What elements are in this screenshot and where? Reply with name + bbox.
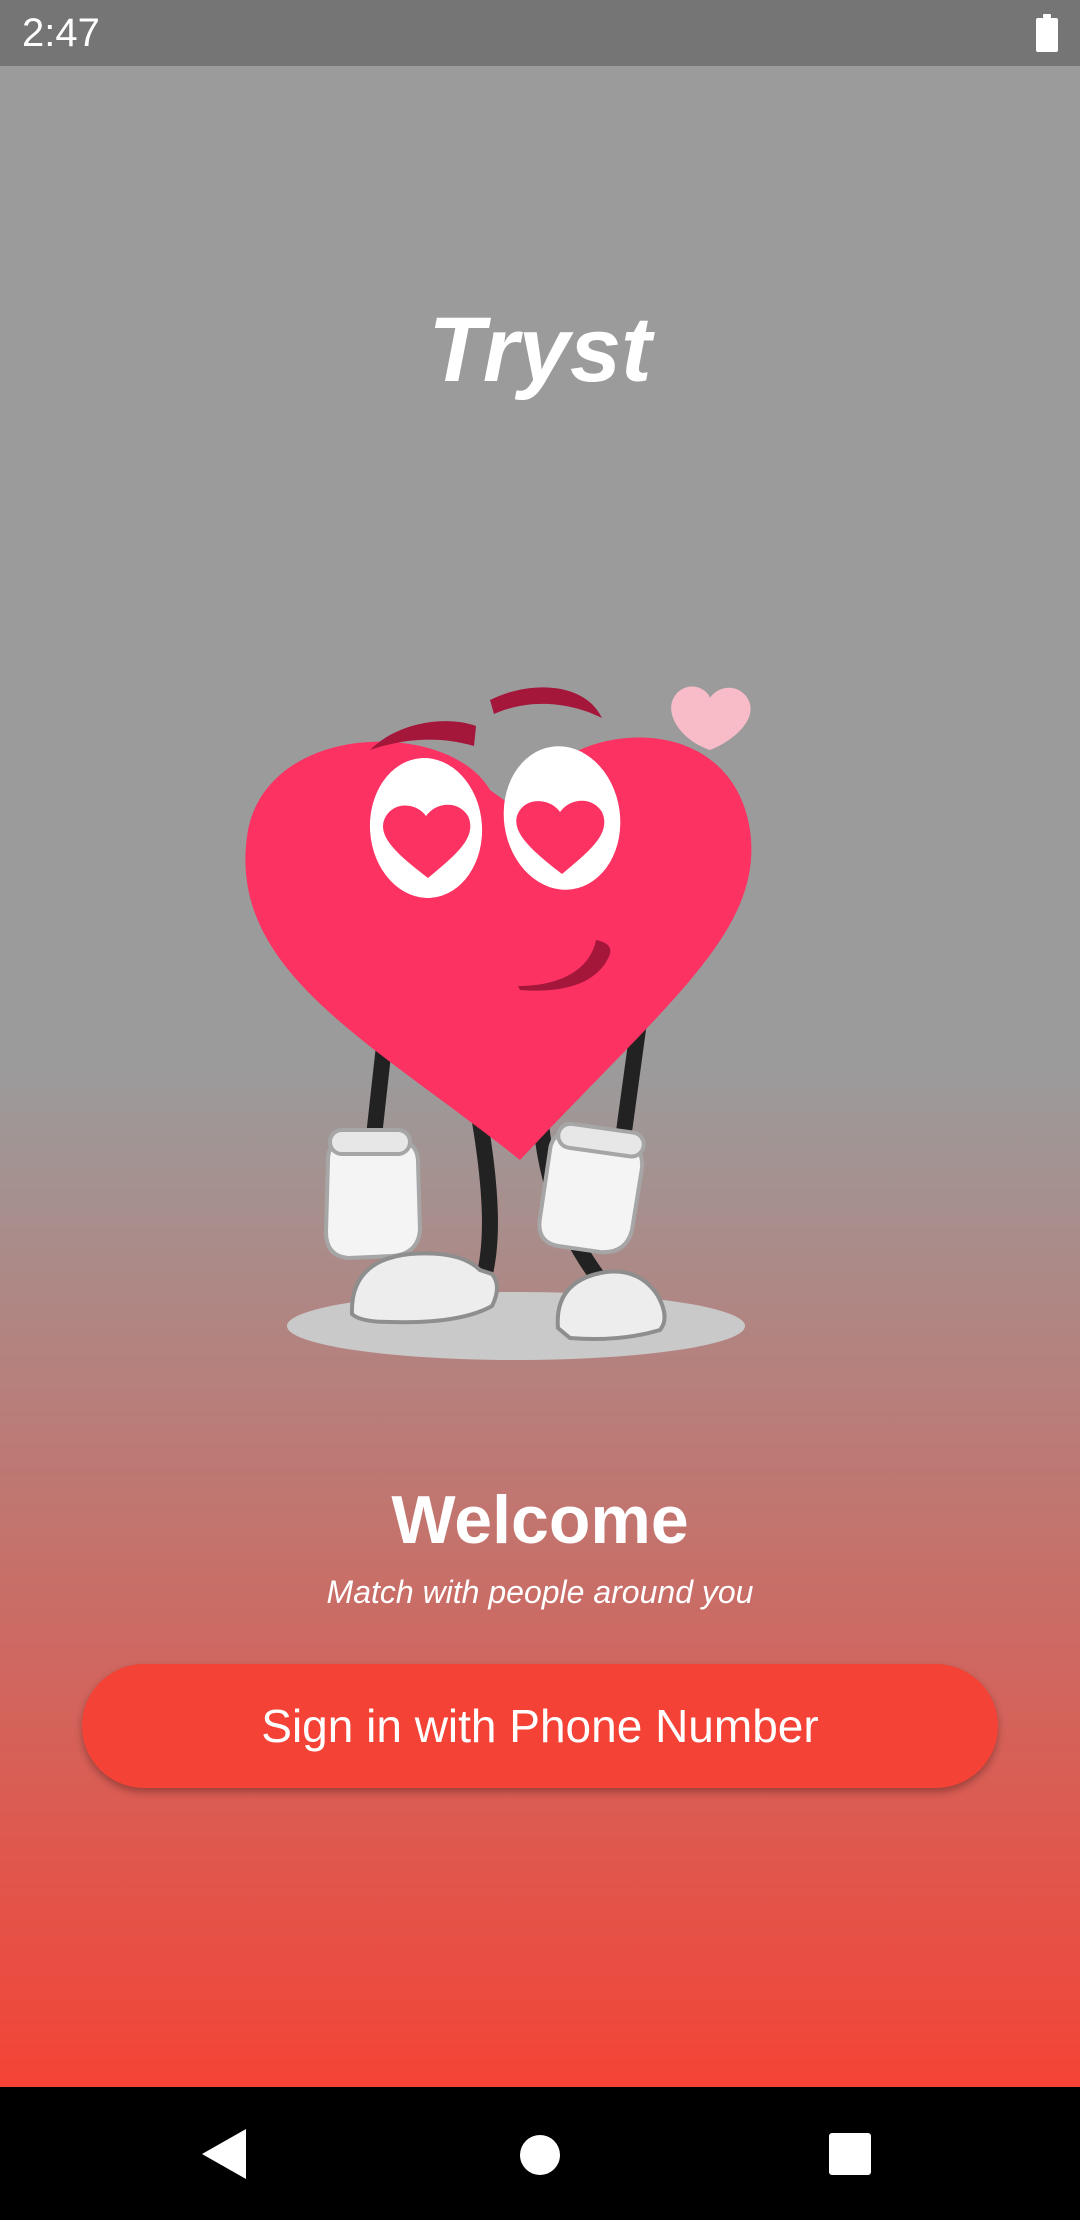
recent-apps-icon[interactable] (829, 2133, 871, 2175)
status-time: 2:47 (22, 11, 100, 55)
sign-in-phone-button[interactable]: Sign in with Phone Number (82, 1664, 998, 1788)
home-icon[interactable] (518, 2133, 562, 2177)
welcome-subtitle: Match with people around you (326, 1574, 754, 1610)
battery-icon (1036, 14, 1058, 52)
welcome-screen: 2:47 Tryst Welcome Match with people aro… (0, 0, 1080, 2220)
navigation-bar (0, 2087, 1080, 2220)
app-title: Tryst (428, 299, 652, 401)
heart-mascot-icon (245, 686, 752, 1360)
status-bar: 2:47 (0, 0, 1080, 66)
back-icon[interactable] (202, 2129, 250, 2179)
welcome-title: Welcome (391, 1482, 689, 1558)
